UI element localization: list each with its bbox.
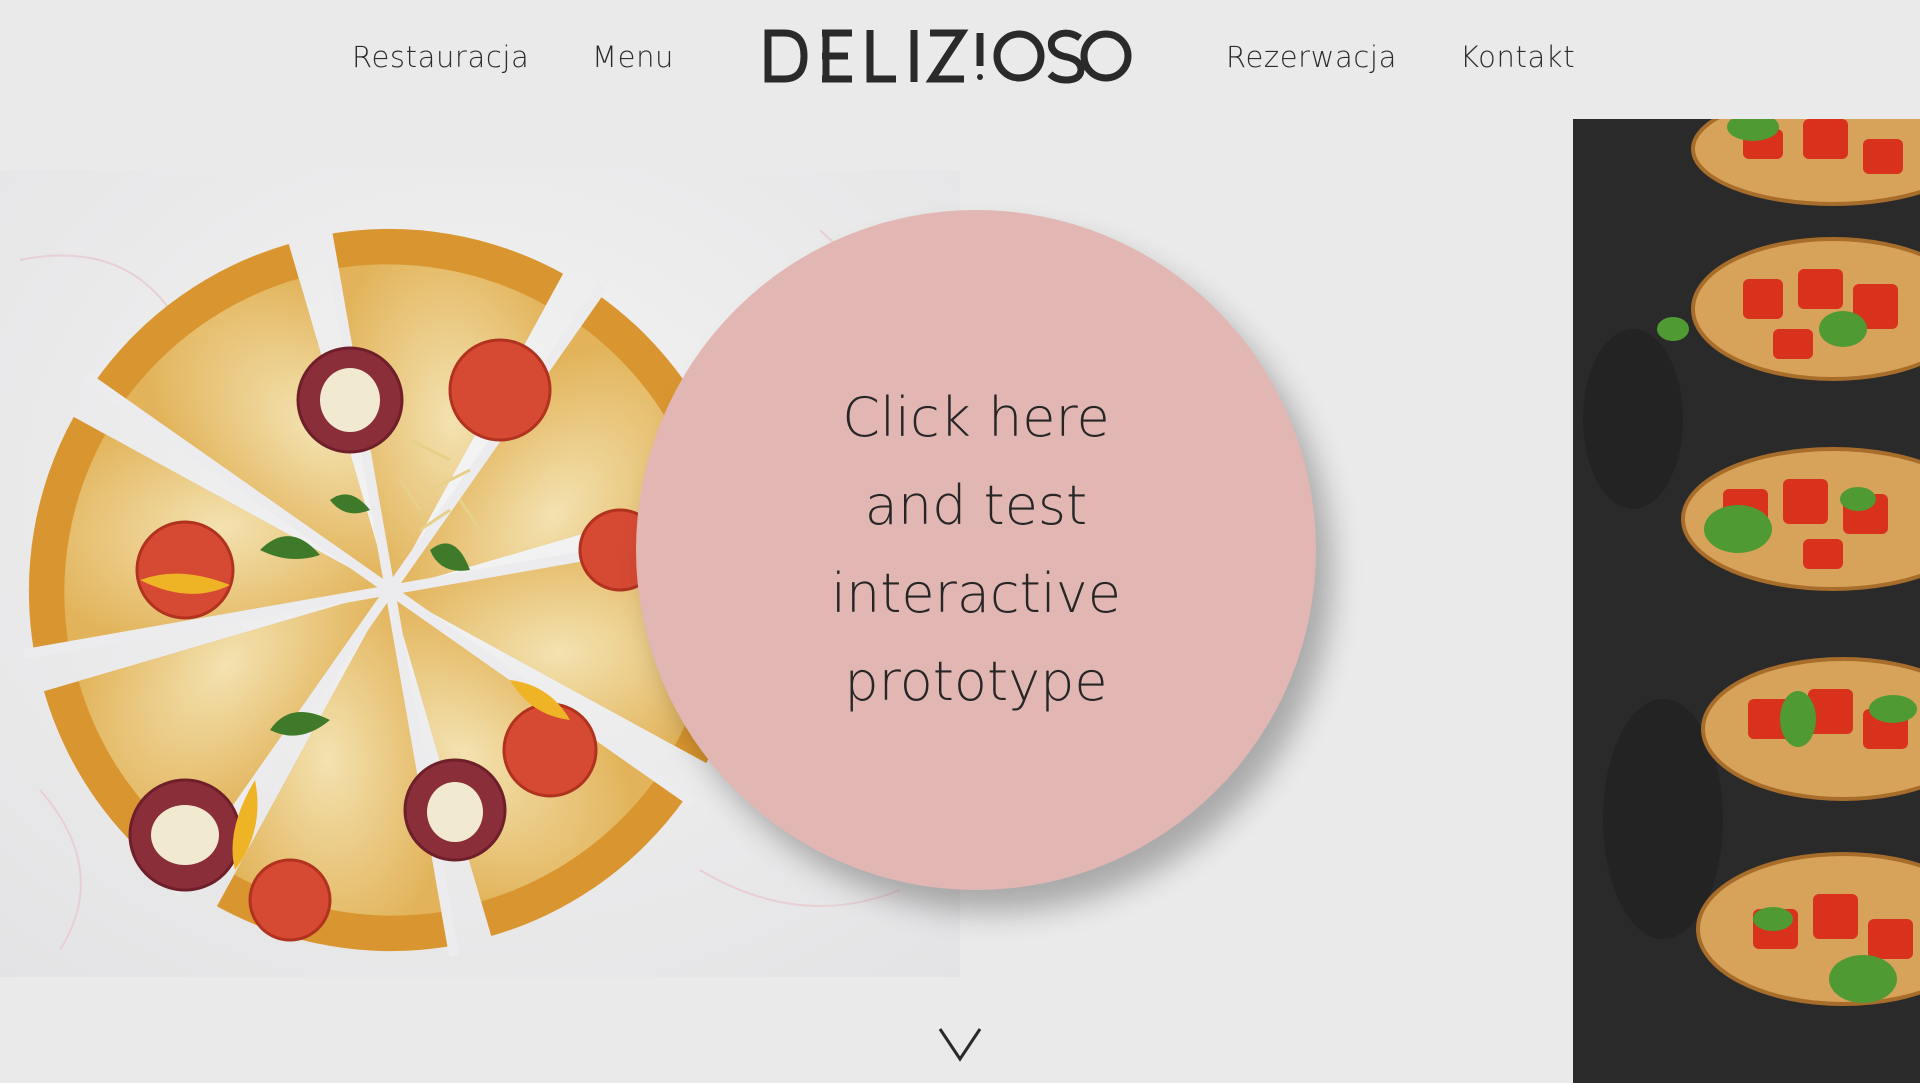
landing-page: Restauracja Menu Rezerwacja Kontakt Clic… bbox=[0, 0, 1920, 1083]
chevron-down-icon[interactable] bbox=[937, 1025, 983, 1065]
logo-wordmark bbox=[764, 29, 1132, 84]
cta-line: interactive bbox=[831, 562, 1121, 625]
nav-link-menu[interactable]: Menu bbox=[592, 40, 674, 74]
nav-link-restauracja[interactable]: Restauracja bbox=[352, 40, 529, 74]
nav-link-kontakt[interactable]: Kontakt bbox=[1460, 40, 1575, 74]
prototype-cta-button[interactable]: Click here and test interactive prototyp… bbox=[636, 210, 1316, 890]
cta-line: and test bbox=[864, 474, 1088, 537]
cta-line: prototype bbox=[844, 650, 1108, 713]
nav-link-rezerwacja[interactable]: Rezerwacja bbox=[1226, 40, 1397, 74]
brand-logo[interactable] bbox=[764, 22, 1134, 92]
cta-line: Click here bbox=[842, 386, 1110, 449]
bruschetta-photo bbox=[1573, 119, 1920, 1083]
cta-text: Click here and test interactive prototyp… bbox=[796, 374, 1156, 726]
